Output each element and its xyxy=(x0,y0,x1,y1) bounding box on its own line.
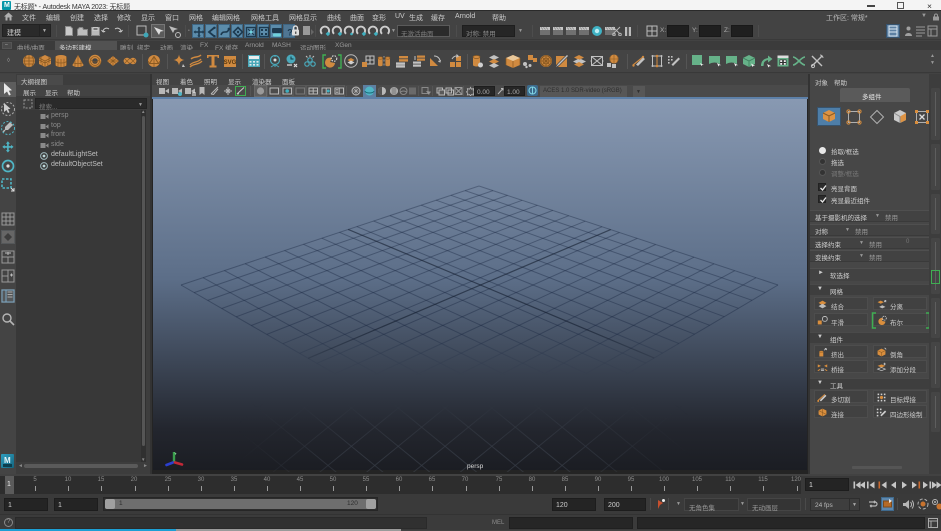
svg-text:SVG: SVG xyxy=(224,60,237,66)
